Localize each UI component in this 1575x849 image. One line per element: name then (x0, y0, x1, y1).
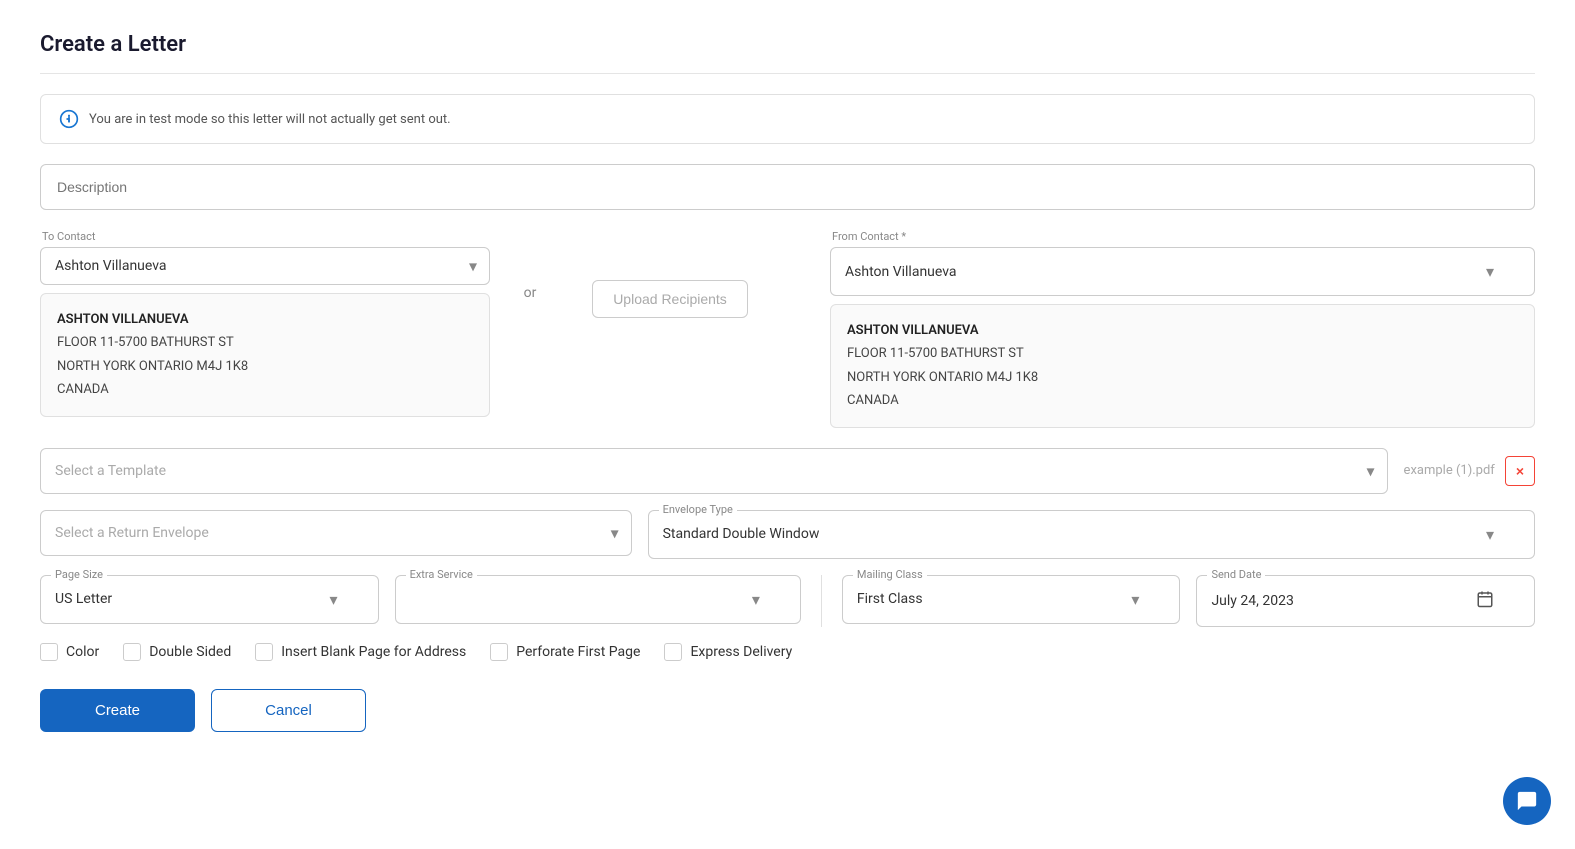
return-envelope-select[interactable]: Select a Return Envelope ▾ (40, 510, 632, 556)
page-size-chevron-icon: ▾ (330, 590, 338, 609)
calendar-icon (1476, 590, 1494, 612)
envelope-row: Select a Return Envelope ▾ Envelope Type… (40, 510, 1535, 559)
mailing-class-block: Mailing Class First Class ▾ (842, 575, 1181, 624)
from-address-line2: NORTH YORK ONTARIO M4J 1K8 (847, 366, 1518, 389)
extra-service-chevron-icon: ▾ (752, 590, 760, 609)
info-banner: You are in test mode so this letter will… (40, 94, 1535, 144)
send-date-block: Send Date July 24, 2023 (1196, 575, 1535, 627)
description-input[interactable] (40, 164, 1535, 210)
blank-page-checkbox-item[interactable]: Insert Blank Page for Address (255, 643, 466, 661)
envelope-type-select[interactable]: Standard Double Window ▾ (649, 511, 1534, 558)
envelope-type-wrapper: Envelope Type Standard Double Window ▾ (648, 510, 1535, 559)
template-select[interactable]: Select a Template ▾ (40, 448, 1388, 494)
create-button[interactable]: Create (40, 689, 195, 732)
to-address-name: ASHTON VILLANUEVA (57, 308, 473, 331)
to-contact-block: To Contact Ashton Villanueva ▾ ASHTON VI… (40, 230, 490, 417)
title-divider (40, 73, 1535, 74)
to-address-line1: FLOOR 11-5700 BATHURST ST (57, 331, 473, 354)
buttons-row: Create Cancel (40, 689, 1535, 732)
envelope-type-block: Envelope Type Standard Double Window ▾ (648, 510, 1535, 559)
mailing-class-chevron-icon: ▾ (1131, 590, 1139, 609)
extra-service-float-label: Extra Service (406, 568, 477, 581)
extra-service-select[interactable]: ▾ (396, 576, 800, 623)
cancel-button[interactable]: Cancel (211, 689, 366, 732)
perforate-checkbox[interactable] (490, 643, 508, 661)
from-contact-select[interactable]: Ashton Villanueva ▾ (831, 248, 1534, 295)
contacts-section: To Contact Ashton Villanueva ▾ ASHTON VI… (40, 230, 1535, 428)
mailing-class-wrapper: Mailing Class First Class ▾ (842, 575, 1181, 624)
double-sided-label: Double Sided (149, 644, 231, 660)
chat-icon (1516, 790, 1538, 812)
template-chevron-icon: ▾ (1367, 461, 1375, 480)
from-contact-chevron-icon: ▾ (1486, 262, 1494, 281)
from-address-line1: FLOOR 11-5700 BATHURST ST (847, 342, 1518, 365)
perforate-label: Perforate First Page (516, 644, 640, 660)
upload-area: Upload Recipients (570, 230, 770, 318)
page-size-block: Page Size US Letter ▾ (40, 575, 379, 624)
send-date-float-label: Send Date (1207, 568, 1265, 581)
info-circle-icon (59, 109, 79, 129)
to-address-line2: NORTH YORK ONTARIO M4J 1K8 (57, 355, 473, 378)
from-address-name: ASHTON VILLANUEVA (847, 319, 1518, 342)
express-label: Express Delivery (690, 644, 792, 660)
to-address-line3: CANADA (57, 378, 473, 401)
page-size-wrapper: Page Size US Letter ▾ (40, 575, 379, 624)
page-size-float-label: Page Size (51, 568, 107, 581)
return-envelope-chevron-icon: ▾ (611, 523, 619, 542)
send-date-select[interactable]: July 24, 2023 (1197, 576, 1534, 626)
from-contact-address: ASHTON VILLANUEVA FLOOR 11-5700 BATHURST… (830, 304, 1535, 428)
to-contact-label: To Contact (40, 230, 490, 243)
template-row: Select a Template ▾ example (1).pdf × (40, 448, 1535, 494)
mailing-class-select[interactable]: First Class ▾ (843, 576, 1180, 623)
options-row: Page Size US Letter ▾ Extra Service ▾ (40, 575, 1535, 627)
page-size-select[interactable]: US Letter ▾ (41, 576, 378, 623)
express-checkbox[interactable] (664, 643, 682, 661)
from-contact-label: From Contact * (830, 230, 1535, 243)
to-contact-chevron-icon: ▾ (469, 257, 477, 276)
or-divider: or (490, 230, 570, 301)
blank-page-checkbox[interactable] (255, 643, 273, 661)
color-label: Color (66, 644, 99, 660)
envelope-type-chevron-icon: ▾ (1486, 525, 1494, 544)
color-checkbox[interactable] (40, 643, 58, 661)
blank-page-label: Insert Blank Page for Address (281, 644, 466, 660)
double-sided-checkbox[interactable] (123, 643, 141, 661)
remove-file-button[interactable]: × (1505, 456, 1535, 486)
checkboxes-row: Color Double Sided Insert Blank Page for… (40, 643, 1535, 661)
info-banner-text: You are in test mode so this letter will… (89, 112, 451, 127)
from-address-line3: CANADA (847, 389, 1518, 412)
upload-recipients-button[interactable]: Upload Recipients (592, 280, 748, 318)
double-sided-checkbox-item[interactable]: Double Sided (123, 643, 231, 661)
express-checkbox-item[interactable]: Express Delivery (664, 643, 792, 661)
file-name: example (1).pdf (1404, 463, 1495, 478)
from-contact-select-wrapper: Ashton Villanueva ▾ (830, 247, 1535, 296)
from-contact-block: From Contact * Ashton Villanueva ▾ ASHTO… (830, 230, 1535, 428)
file-info: example (1).pdf × (1404, 456, 1535, 486)
options-divider (821, 575, 822, 627)
extra-service-wrapper: Extra Service ▾ (395, 575, 801, 624)
envelope-type-float-label: Envelope Type (659, 503, 737, 516)
color-checkbox-item[interactable]: Color (40, 643, 99, 661)
send-date-wrapper: Send Date July 24, 2023 (1196, 575, 1535, 627)
to-contact-address: ASHTON VILLANUEVA FLOOR 11-5700 BATHURST… (40, 293, 490, 417)
mailing-class-float-label: Mailing Class (853, 568, 927, 581)
page-title: Create a Letter (40, 32, 1535, 57)
chat-button[interactable] (1503, 777, 1551, 825)
extra-service-block: Extra Service ▾ (395, 575, 801, 624)
return-envelope-block: Select a Return Envelope ▾ (40, 510, 632, 556)
perforate-checkbox-item[interactable]: Perforate First Page (490, 643, 640, 661)
to-contact-select[interactable]: Ashton Villanueva ▾ (40, 247, 490, 285)
